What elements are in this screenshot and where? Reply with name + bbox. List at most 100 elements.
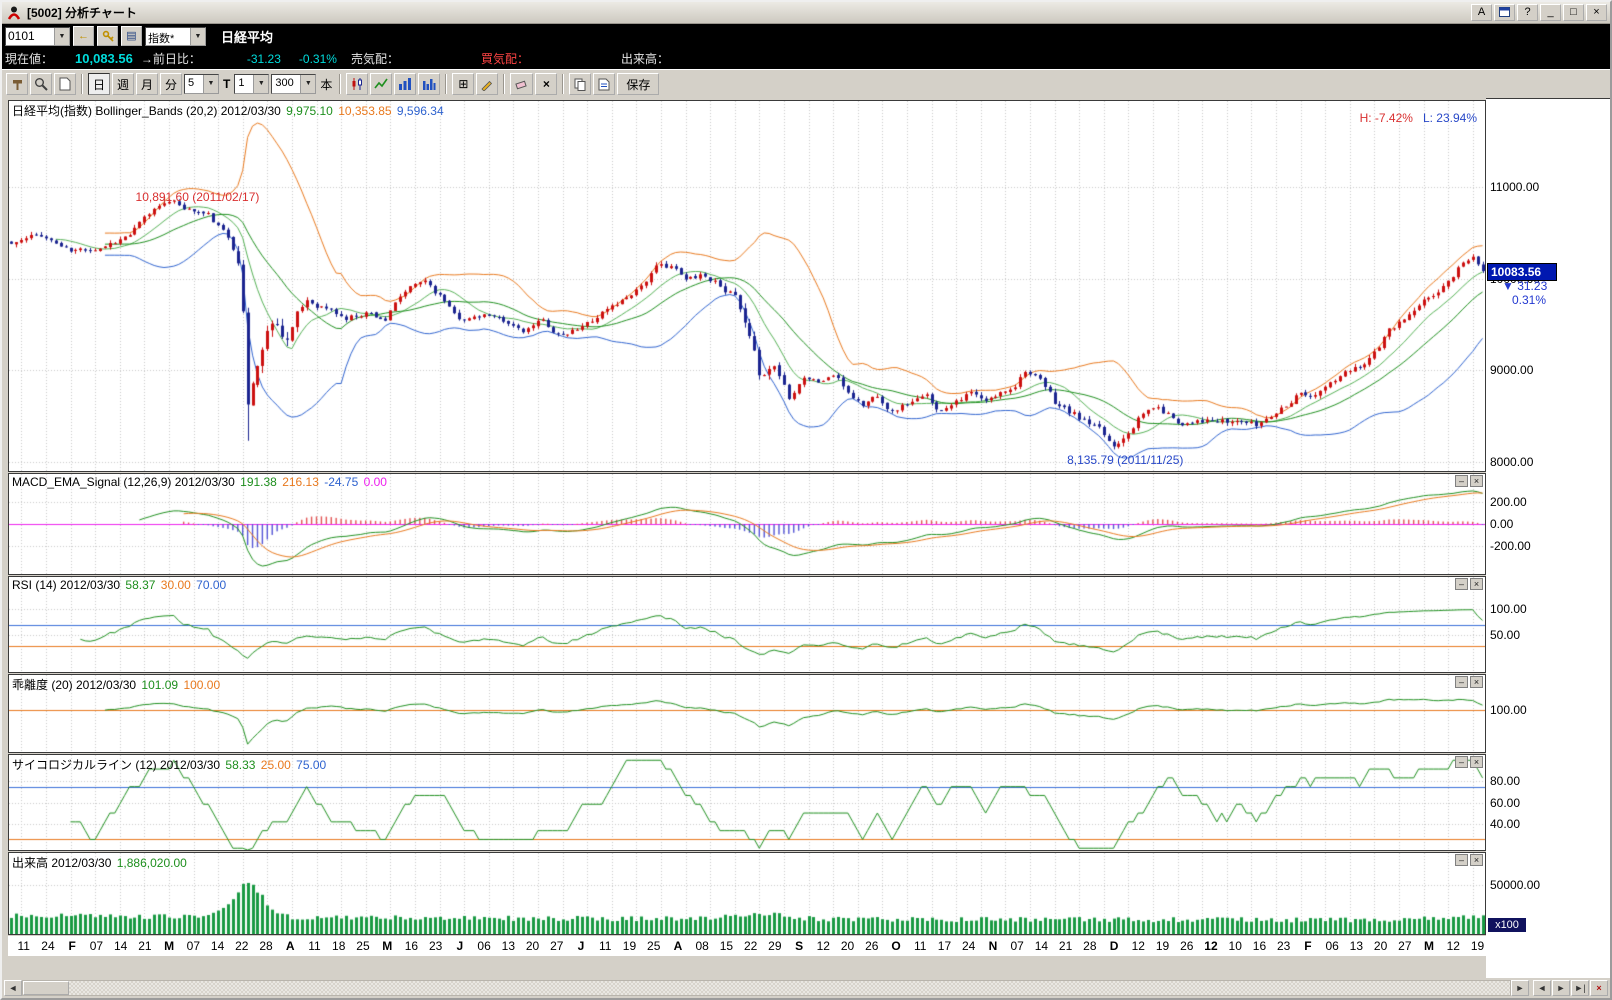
eraser-button[interactable] bbox=[510, 73, 533, 95]
panel-minimize-button[interactable]: – bbox=[1455, 676, 1468, 688]
legend-part: 58.37 bbox=[125, 578, 158, 592]
axis-label: 8000.00 bbox=[1490, 455, 1533, 469]
panel-close-button[interactable]: × bbox=[1470, 578, 1483, 590]
title-bar: [5002] 分析チャート A ? _ □ × bbox=[2, 2, 1610, 24]
panel-minimize-button[interactable]: – bbox=[1455, 854, 1468, 866]
x-axis-label: F bbox=[69, 939, 76, 953]
panel-minimize-button[interactable]: – bbox=[1455, 578, 1468, 590]
nav-close-button[interactable]: × bbox=[1590, 980, 1608, 996]
tool-button[interactable] bbox=[6, 73, 28, 95]
period-weekly-button[interactable]: 週 bbox=[112, 73, 134, 95]
chevron-down-icon[interactable]: ▼ bbox=[54, 28, 69, 45]
category-combo[interactable]: 指数* ▼ bbox=[145, 27, 206, 46]
scrollbar-track[interactable] bbox=[22, 980, 1511, 996]
macd-canvas[interactable] bbox=[9, 474, 1485, 574]
legend-part: MACD_EMA_Signal (12,26,9) 2012/03/30 bbox=[12, 475, 238, 489]
scroll-left-button[interactable]: ◄ bbox=[4, 980, 22, 996]
layout-icon[interactable] bbox=[1494, 4, 1515, 21]
panel-close-button[interactable]: × bbox=[1470, 676, 1483, 688]
draw-button[interactable] bbox=[476, 73, 498, 95]
axis-label: 50.00 bbox=[1490, 628, 1520, 642]
minute-select[interactable]: 5 ▼ bbox=[184, 74, 219, 94]
copy-chart-button[interactable] bbox=[569, 73, 591, 95]
scroll-right-button[interactable]: ► bbox=[1511, 980, 1529, 996]
legend-part: 58.33 bbox=[225, 758, 258, 772]
grid-toggle-button[interactable]: ⊞ bbox=[452, 73, 474, 95]
save-button[interactable]: 保存 bbox=[617, 73, 659, 95]
symbol-code-input[interactable] bbox=[6, 28, 54, 45]
panel-close-button[interactable]: × bbox=[1470, 475, 1483, 487]
rsi-panel-legend: RSI (14) 2012/03/30 58.37 30.00 70.00 bbox=[12, 578, 228, 592]
line-chart-button[interactable] bbox=[370, 73, 392, 95]
x-axis-label: 08 bbox=[695, 939, 708, 953]
x-axis-label: 06 bbox=[477, 939, 490, 953]
panel-rsi: RSI (14) 2012/03/30 58.37 30.00 70.00 –× bbox=[8, 576, 1486, 673]
x-axis-label: N bbox=[989, 939, 998, 953]
main-chart-canvas[interactable] bbox=[9, 101, 1485, 471]
x-axis-label: 28 bbox=[1083, 939, 1096, 953]
bar-chart-button[interactable] bbox=[394, 73, 416, 95]
current-price-label: 現在値： bbox=[5, 50, 53, 67]
histogram-button[interactable] bbox=[418, 73, 440, 95]
period-daily-button[interactable]: 日 bbox=[88, 73, 110, 95]
back-button[interactable]: ← bbox=[73, 26, 94, 46]
key-icon bbox=[102, 30, 114, 42]
delete-drawing-button[interactable]: × bbox=[535, 73, 557, 95]
axis-label: 0.00 bbox=[1490, 517, 1513, 531]
x-axis-label: 16 bbox=[1253, 939, 1266, 953]
x-axis-label: 07 bbox=[187, 939, 200, 953]
kairi-canvas[interactable] bbox=[9, 675, 1485, 752]
scrollbar-thumb[interactable] bbox=[23, 981, 69, 995]
axis-label: 100.00 bbox=[1490, 602, 1527, 616]
app-window: [5002] 分析チャート A ? _ □ × ▼ ← ▤ 指数* ▼ 日経平均… bbox=[0, 0, 1612, 1000]
symbol-code-combo[interactable]: ▼ bbox=[5, 27, 70, 46]
chevron-down-icon[interactable]: ▼ bbox=[190, 28, 205, 45]
chevron-down-icon[interactable]: ▼ bbox=[253, 75, 268, 93]
legend-part: 9,975.10 bbox=[286, 104, 336, 118]
export-button[interactable] bbox=[593, 73, 615, 95]
panel-close-button[interactable]: × bbox=[1470, 756, 1483, 768]
font-button[interactable]: A bbox=[1471, 4, 1492, 21]
magnifier-icon bbox=[34, 77, 48, 91]
tick-select[interactable]: 1 ▼ bbox=[234, 74, 269, 94]
x-axis-label: 07 bbox=[90, 939, 103, 953]
panel-close-button[interactable]: × bbox=[1470, 854, 1483, 866]
volume-canvas[interactable] bbox=[9, 853, 1485, 934]
x-axis-label: 06 bbox=[1325, 939, 1338, 953]
change-pct-value: -0.31% bbox=[299, 52, 337, 66]
quote-bar: 現在値： 10,083.56 →前日比： -31.23 -0.31% 売気配： … bbox=[2, 48, 1610, 69]
period-monthly-button[interactable]: 月 bbox=[136, 73, 158, 95]
key-button[interactable] bbox=[97, 26, 118, 46]
symbol-name: 日経平均 bbox=[221, 27, 273, 46]
new-page-button[interactable] bbox=[54, 73, 76, 95]
x-axis-label: J bbox=[578, 939, 585, 953]
x-axis-label: J bbox=[457, 939, 464, 953]
chart-toolbar: 日 週 月 分 5 ▼ T 1 ▼ 300 ▼ 本 ⊞ bbox=[2, 69, 1610, 98]
nav-prev-button[interactable]: ◄ bbox=[1533, 980, 1551, 996]
legend-part: 30.00 bbox=[161, 578, 194, 592]
close-button[interactable]: × bbox=[1586, 4, 1607, 21]
register-button[interactable]: ▤ bbox=[121, 26, 142, 46]
legend-part: 日経平均(指数) Bollinger_Bands (20,2) 2012/03/… bbox=[12, 104, 284, 118]
panel-minimize-button[interactable]: – bbox=[1455, 756, 1468, 768]
chevron-down-icon[interactable]: ▼ bbox=[300, 75, 315, 93]
x-axis-label: 23 bbox=[429, 939, 442, 953]
nav-next-button[interactable]: ► bbox=[1552, 980, 1570, 996]
candlestick-style-button[interactable] bbox=[346, 73, 368, 95]
minimize-button[interactable]: _ bbox=[1540, 4, 1561, 21]
x-axis-label: 15 bbox=[720, 939, 733, 953]
period-minute-button[interactable]: 分 bbox=[160, 73, 182, 95]
x-axis-label: A bbox=[674, 939, 683, 953]
zoom-button[interactable] bbox=[30, 73, 52, 95]
axis-label: 40.00 bbox=[1490, 817, 1520, 831]
panel-psych: サイコロジカルライン (12) 2012/03/30 58.33 25.00 7… bbox=[8, 754, 1486, 851]
bars-select[interactable]: 300 ▼ bbox=[271, 74, 316, 94]
maximize-button[interactable]: □ bbox=[1563, 4, 1584, 21]
chevron-down-icon[interactable]: ▼ bbox=[203, 75, 218, 93]
panel-minimize-button[interactable]: – bbox=[1455, 475, 1468, 487]
x-axis-label: 21 bbox=[1059, 939, 1072, 953]
nav-latest-button[interactable]: ►| bbox=[1571, 980, 1589, 996]
help-button[interactable]: ? bbox=[1517, 4, 1538, 21]
x-axis-label: M bbox=[164, 939, 174, 953]
rsi-canvas[interactable] bbox=[9, 577, 1485, 672]
